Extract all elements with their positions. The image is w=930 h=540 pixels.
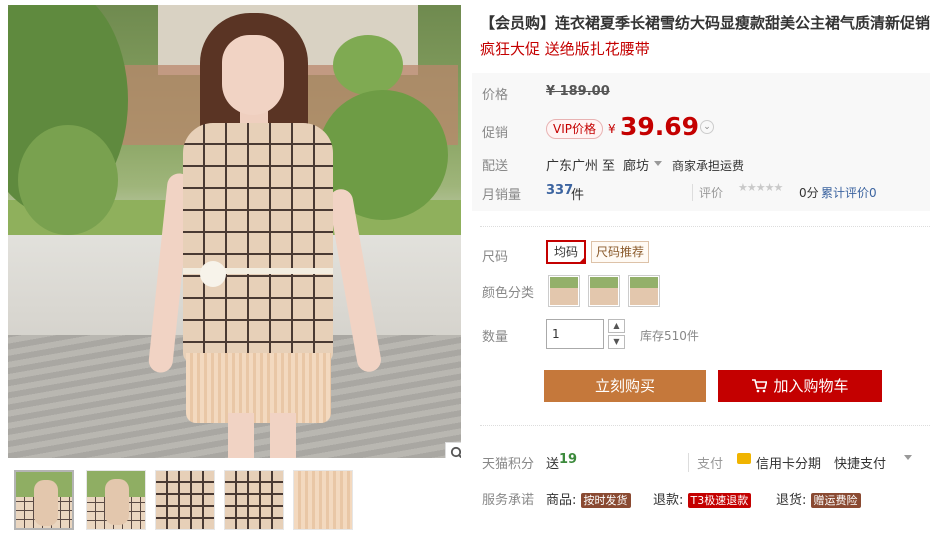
quantity-label: 数量 <box>482 330 509 345</box>
original-price: ¥ 189.00 <box>546 84 610 99</box>
main-product-image[interactable] <box>8 5 461 458</box>
service-label: 服务承诺 <box>482 493 535 508</box>
vip-price-badge: VIP价格 <box>546 119 603 139</box>
ship-from: 广东广州 <box>546 159 599 174</box>
divider <box>480 425 930 426</box>
service-goods-label: 商品: <box>546 493 577 508</box>
service-refund: 退款: T3极速退款 <box>653 489 752 508</box>
price-label: 价格 <box>482 88 509 103</box>
thumbnail-3[interactable] <box>155 470 215 530</box>
sales-label: 月销量 <box>482 188 522 203</box>
color-swatch-1[interactable] <box>548 275 580 307</box>
color-label: 颜色分类 <box>482 286 535 301</box>
stock-count: 库存510件 <box>640 329 699 343</box>
quantity-increase-button[interactable]: ▲ <box>608 319 625 333</box>
ship-to-select[interactable]: 廊坊 <box>623 155 649 174</box>
color-swatch-2[interactable] <box>588 275 620 307</box>
ship-to-word: 至 <box>602 159 616 174</box>
cart-icon <box>752 379 769 393</box>
service-return-label: 退货: <box>776 493 807 508</box>
fast-refund-badge[interactable]: T3极速退款 <box>687 493 752 508</box>
product-subtitle: 疯狂大促 送绝版扎花腰带 <box>480 40 650 58</box>
points-send: 送 <box>546 457 560 472</box>
product-title: 【会员购】连衣裙夏季长裙雪纺大码显瘦款甜美公主裙气质清新促销 <box>480 14 930 32</box>
quantity-input[interactable] <box>546 319 604 349</box>
points-value: 19 <box>559 452 578 467</box>
size-label: 尺码 <box>482 250 509 265</box>
thumbnail-4[interactable] <box>224 470 284 530</box>
on-time-delivery-badge[interactable]: 按时发货 <box>580 493 631 508</box>
points-label: 天猫积分 <box>482 457 535 472</box>
payment-label: 支付 <box>688 453 723 472</box>
expand-payment-icon[interactable] <box>904 455 912 460</box>
quick-pay-link[interactable]: 快捷支付 <box>834 453 886 472</box>
buy-now-label: 立刻购买 <box>594 377 655 395</box>
add-to-cart-button[interactable]: 加入购物车 <box>718 370 882 402</box>
chevron-down-icon[interactable]: ⌄ <box>700 120 714 134</box>
total-reviews-link[interactable]: 累计评价0 <box>821 184 877 201</box>
service-refund-label: 退款: <box>653 493 684 508</box>
thumbnail-5[interactable] <box>293 470 353 530</box>
thumbnail-1[interactable] <box>14 470 74 530</box>
add-to-cart-label: 加入购物车 <box>773 377 849 395</box>
promo-price: 39.69 <box>620 112 700 141</box>
quantity-decrease-button[interactable]: ▼ <box>608 335 625 349</box>
service-return: 退货: 赠运费险 <box>776 489 861 508</box>
divider <box>480 226 930 227</box>
product-page: 【会员购】连衣裙夏季长裙雪纺大码显瘦款甜美公主裙气质清新促销 疯狂大促 送绝版扎… <box>0 0 930 540</box>
sales-unit: 件 <box>571 188 585 203</box>
model-figure <box>147 13 383 458</box>
zoom-icon[interactable] <box>445 442 461 458</box>
return-shipping-insurance-badge[interactable]: 赠运费险 <box>810 493 861 508</box>
thumbnail-strip <box>14 470 454 532</box>
caret-down-icon[interactable] <box>654 161 662 166</box>
shipping-note: 商家承担运费 <box>672 159 745 173</box>
service-goods: 商品: 按时发货 <box>546 489 631 508</box>
thumbnail-2[interactable] <box>86 470 146 530</box>
credit-card-icon <box>737 453 751 464</box>
shipping-label: 配送 <box>482 159 509 174</box>
buy-now-button[interactable]: 立刻购买 <box>544 370 706 402</box>
rating-score: 0分 <box>799 186 819 200</box>
rating-stars-icon: ★★★★★ <box>738 181 783 194</box>
rating-label: 评价 <box>692 184 723 201</box>
sales-count: 337 <box>546 183 574 198</box>
currency-symbol: ¥ <box>608 122 616 136</box>
size-recommend-button[interactable]: 尺码推荐 <box>591 241 650 263</box>
promo-label: 促销 <box>482 126 509 141</box>
size-option-selected[interactable]: 均码 <box>546 240 587 264</box>
installment-link[interactable]: 信用卡分期 <box>756 453 821 472</box>
color-swatch-3[interactable] <box>628 275 660 307</box>
